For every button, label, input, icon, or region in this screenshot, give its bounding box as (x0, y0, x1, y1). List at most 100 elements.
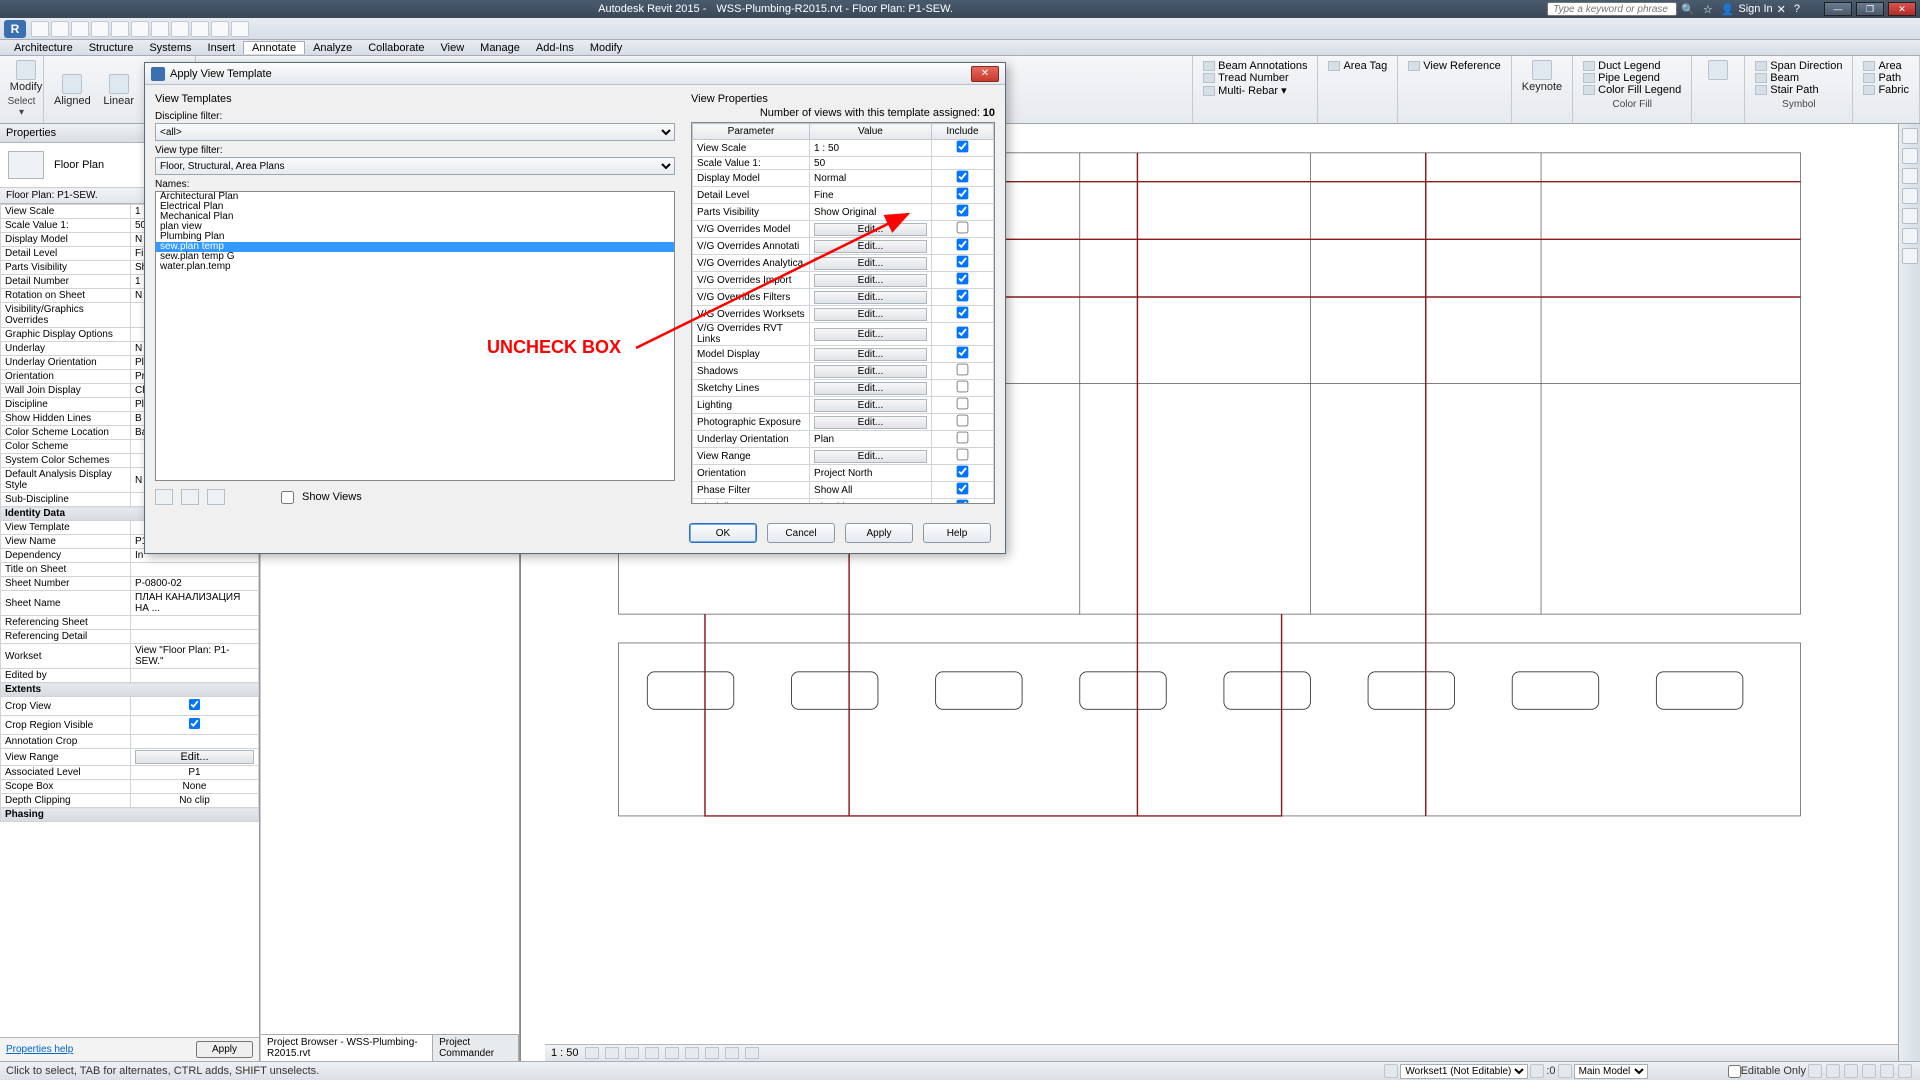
render-icon[interactable] (665, 1047, 679, 1059)
select-pinned-icon[interactable] (1844, 1064, 1858, 1078)
select-underlay-icon[interactable] (1826, 1064, 1840, 1078)
include-checkbox[interactable] (957, 307, 969, 319)
area-tag-button[interactable]: Area Tag (1326, 60, 1389, 72)
include-checkbox[interactable] (957, 171, 969, 183)
reveal-icon[interactable] (745, 1047, 759, 1059)
edit-button[interactable]: Edit... (814, 257, 927, 270)
signin-link[interactable]: Sign In (1738, 3, 1772, 15)
parameter-grid[interactable]: Parameter Value Include View Scale1 : 50… (691, 122, 995, 504)
pan-icon[interactable] (1902, 188, 1918, 204)
star-icon[interactable]: ☆ (1703, 3, 1713, 16)
help-icon[interactable]: ? (1794, 3, 1800, 15)
shadows-icon[interactable] (645, 1047, 659, 1059)
ok-button[interactable]: OK (689, 523, 757, 543)
include-checkbox[interactable] (957, 273, 969, 285)
template-name-item[interactable]: Plumbing Plan (156, 232, 674, 242)
include-checkbox[interactable] (957, 188, 969, 200)
align-icon[interactable] (151, 21, 169, 37)
include-checkbox[interactable] (957, 239, 969, 251)
properties-help-link[interactable]: Properties help (6, 1044, 73, 1055)
maximize-button[interactable]: ❐ (1856, 2, 1884, 16)
include-checkbox[interactable] (957, 327, 969, 339)
path-sym-button[interactable]: Path (1861, 72, 1911, 84)
tab-architecture[interactable]: Architecture (6, 42, 81, 54)
fabric-sym-button[interactable]: Fabric (1861, 84, 1911, 96)
keynote-button[interactable]: Keynote (1518, 58, 1566, 95)
workset-select[interactable]: Workset1 (Not Editable) (1400, 1064, 1528, 1079)
edit-button[interactable]: Edit... (814, 291, 927, 304)
thin-lines-icon[interactable] (231, 21, 249, 37)
aligned-dim-button[interactable]: Aligned (50, 58, 95, 123)
tab-view[interactable]: View (433, 42, 473, 54)
scale-control[interactable]: 1 : 50 (551, 1047, 579, 1059)
edit-button[interactable]: Edit... (814, 399, 927, 412)
tread-num-button[interactable]: Tread Number (1201, 72, 1309, 84)
home-icon[interactable] (1902, 128, 1918, 144)
delete-icon[interactable] (207, 489, 225, 505)
include-checkbox[interactable] (957, 290, 969, 302)
browser-tab1[interactable]: Project Browser - WSS-Plumbing-R2015.rvt (261, 1035, 433, 1061)
switch-icon[interactable] (191, 21, 209, 37)
detail-icon[interactable] (585, 1047, 599, 1059)
edit-button[interactable]: Edit... (814, 450, 927, 463)
include-checkbox[interactable] (957, 449, 969, 461)
include-checkbox[interactable] (957, 381, 969, 393)
colorfill-legend-button[interactable]: Color Fill Legend (1581, 84, 1683, 96)
cube-icon[interactable] (1902, 148, 1918, 164)
help-search[interactable] (1547, 2, 1677, 16)
tab-insert[interactable]: Insert (200, 42, 244, 54)
dialog-close-button[interactable]: ✕ (971, 66, 999, 82)
search-icon[interactable]: 🔍 (1681, 3, 1695, 16)
tab-structure[interactable]: Structure (81, 42, 142, 54)
crop-icon[interactable] (685, 1047, 699, 1059)
span-dir-button[interactable]: Span Direction (1753, 60, 1844, 72)
apply-button[interactable]: Apply (845, 523, 913, 543)
sync-icon[interactable] (171, 21, 189, 37)
include-checkbox[interactable] (957, 205, 969, 217)
sun-icon[interactable] (625, 1047, 639, 1059)
include-checkbox[interactable] (957, 483, 969, 495)
include-checkbox[interactable] (957, 500, 969, 504)
names-list[interactable]: Architectural PlanElectrical PlanMechani… (155, 191, 675, 481)
tab-systems[interactable]: Systems (141, 42, 199, 54)
template-name-item[interactable]: water.plan.temp (156, 262, 674, 272)
include-checkbox[interactable] (957, 398, 969, 410)
edit-button[interactable]: Edit... (814, 328, 927, 341)
select-face-icon[interactable] (1862, 1064, 1876, 1078)
drag-elem-icon[interactable] (1880, 1064, 1894, 1078)
stair-path-button[interactable]: Stair Path (1753, 84, 1844, 96)
zoom-icon[interactable] (1902, 208, 1918, 224)
linear-dim-button[interactable]: Linear (99, 58, 139, 123)
minimize-button[interactable]: — (1824, 2, 1852, 16)
include-checkbox[interactable] (957, 432, 969, 444)
include-checkbox[interactable] (957, 466, 969, 478)
design-opt-icon[interactable] (1530, 1064, 1544, 1078)
app-logo-icon[interactable]: R (4, 20, 26, 38)
measure-icon[interactable] (131, 21, 149, 37)
crop-region-icon[interactable] (705, 1047, 719, 1059)
print-icon[interactable] (111, 21, 129, 37)
include-checkbox[interactable] (957, 364, 969, 376)
template-name-item[interactable]: plan view (156, 222, 674, 232)
include-checkbox[interactable] (957, 415, 969, 427)
include-checkbox[interactable] (957, 256, 969, 268)
pipe-legend-button[interactable]: Pipe Legend (1581, 72, 1683, 84)
model-select[interactable]: Main Model (1574, 1064, 1648, 1079)
include-checkbox[interactable] (957, 222, 969, 234)
tab-annotate[interactable]: Annotate (243, 41, 305, 54)
edit-button[interactable]: Edit... (814, 223, 927, 236)
rename-icon[interactable] (181, 489, 199, 505)
edit-button[interactable]: Edit... (814, 348, 927, 361)
view-ref-button[interactable]: View Reference (1406, 60, 1502, 72)
editable-only-checkbox[interactable] (1728, 1065, 1741, 1078)
beam-sym-button[interactable]: Beam (1753, 72, 1844, 84)
select-links-icon[interactable] (1808, 1064, 1822, 1078)
modify-button[interactable]: Modify (6, 58, 46, 95)
cancel-button[interactable]: Cancel (767, 523, 835, 543)
exchange-icon[interactable]: ✕ (1777, 3, 1786, 16)
edit-button[interactable]: Edit... (814, 308, 927, 321)
user-icon[interactable]: 👤 (1721, 3, 1735, 16)
model-icon[interactable] (1558, 1064, 1572, 1078)
discipline-filter-select[interactable]: <all> (155, 123, 675, 141)
tab-manage[interactable]: Manage (472, 42, 528, 54)
